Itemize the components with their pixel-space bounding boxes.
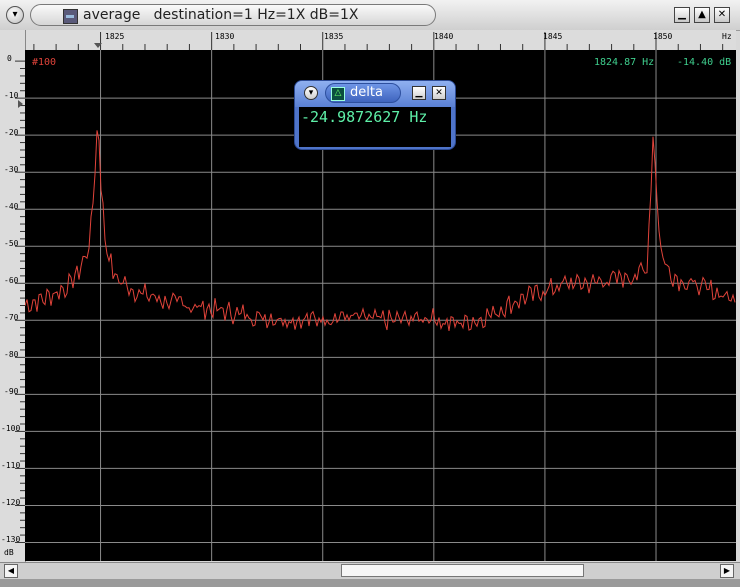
window-titlebar: ▾ average destination=1 Hz=1X dB=1X ▁ ▲ … — [0, 0, 740, 31]
delta-title: delta — [350, 85, 383, 100]
x-unit-label: Hz — [722, 32, 732, 41]
x-tick-label: 1850 — [653, 32, 673, 41]
scroll-left-button[interactable]: ◀ — [4, 564, 18, 578]
y-tick-label: -60 — [4, 276, 19, 285]
app-icon — [63, 9, 78, 24]
window-menu-button[interactable]: ▾ — [6, 6, 24, 24]
delta-close-button[interactable]: ✕ — [432, 86, 446, 100]
window-title: average destination=1 Hz=1X dB=1X — [83, 7, 359, 23]
level-marker-icon — [18, 100, 23, 108]
y-tick-label: -70 — [4, 313, 19, 322]
y-tick-label: -130 — [1, 535, 21, 544]
close-button[interactable]: ✕ — [714, 7, 730, 23]
y-tick-label: -110 — [1, 461, 21, 470]
y-tick-label: -80 — [4, 350, 19, 359]
window-title-pill[interactable]: average destination=1 Hz=1X dB=1X — [30, 4, 436, 26]
y-tick-label: -30 — [4, 165, 19, 174]
delta-display: -24.9872627 Hz — [299, 107, 451, 147]
delta-menu-button[interactable]: ▾ — [304, 86, 318, 100]
y-tick-label: -120 — [1, 498, 21, 507]
trace-label: #100 — [32, 57, 57, 68]
y-tick-label: -50 — [4, 239, 19, 248]
y-tick-label: -20 — [4, 128, 19, 137]
y-tick-label: -10 — [4, 91, 19, 100]
scroll-right-button[interactable]: ▶ — [720, 564, 734, 578]
delta-minimize-button[interactable]: ▁ — [412, 86, 426, 100]
y-tick-label: 0 — [7, 54, 12, 63]
delta-titlebar[interactable]: ▾ △ delta ▁ ✕ — [295, 81, 455, 107]
cursor-marker-icon — [94, 43, 102, 48]
x-tick-label: 1840 — [434, 32, 454, 41]
frequency-ruler-ticks — [33, 32, 724, 50]
horizontal-scrollbar[interactable]: ◀ ▶ — [0, 562, 740, 579]
delta-window[interactable]: ▾ △ delta ▁ ✕ -24.9872627 Hz — [294, 80, 456, 150]
delta-icon: △ — [331, 87, 345, 101]
minimize-button[interactable]: ▁ — [674, 7, 690, 23]
x-tick-label: 1845 — [543, 32, 563, 41]
cursor-frequency-readout: 1824.87 Hz — [594, 57, 655, 68]
window-bottom-border — [0, 579, 740, 587]
frequency-ruler[interactable]: 1825 1830 1835 1840 1845 1850 Hz — [25, 30, 736, 51]
y-tick-label: -40 — [4, 202, 19, 211]
scroll-thumb[interactable] — [341, 564, 584, 577]
y-tick-label: -100 — [1, 424, 21, 433]
spectrum-trace — [25, 130, 736, 331]
x-tick-label: 1825 — [105, 32, 125, 41]
level-ruler[interactable]: 0 -10 -20 -30 -40 -50 -60 -70 -80 -90 -1… — [0, 30, 26, 562]
y-unit-label: dB — [4, 548, 14, 557]
y-tick-label: -90 — [4, 387, 19, 396]
delta-value: -24.9872627 Hz — [301, 108, 428, 126]
cursor-level-readout: -14.40 dB — [677, 57, 732, 68]
delta-title-pill[interactable]: △ delta — [325, 83, 401, 103]
x-tick-label: 1835 — [324, 32, 344, 41]
x-tick-label: 1830 — [215, 32, 235, 41]
maximize-button[interactable]: ▲ — [694, 7, 710, 23]
